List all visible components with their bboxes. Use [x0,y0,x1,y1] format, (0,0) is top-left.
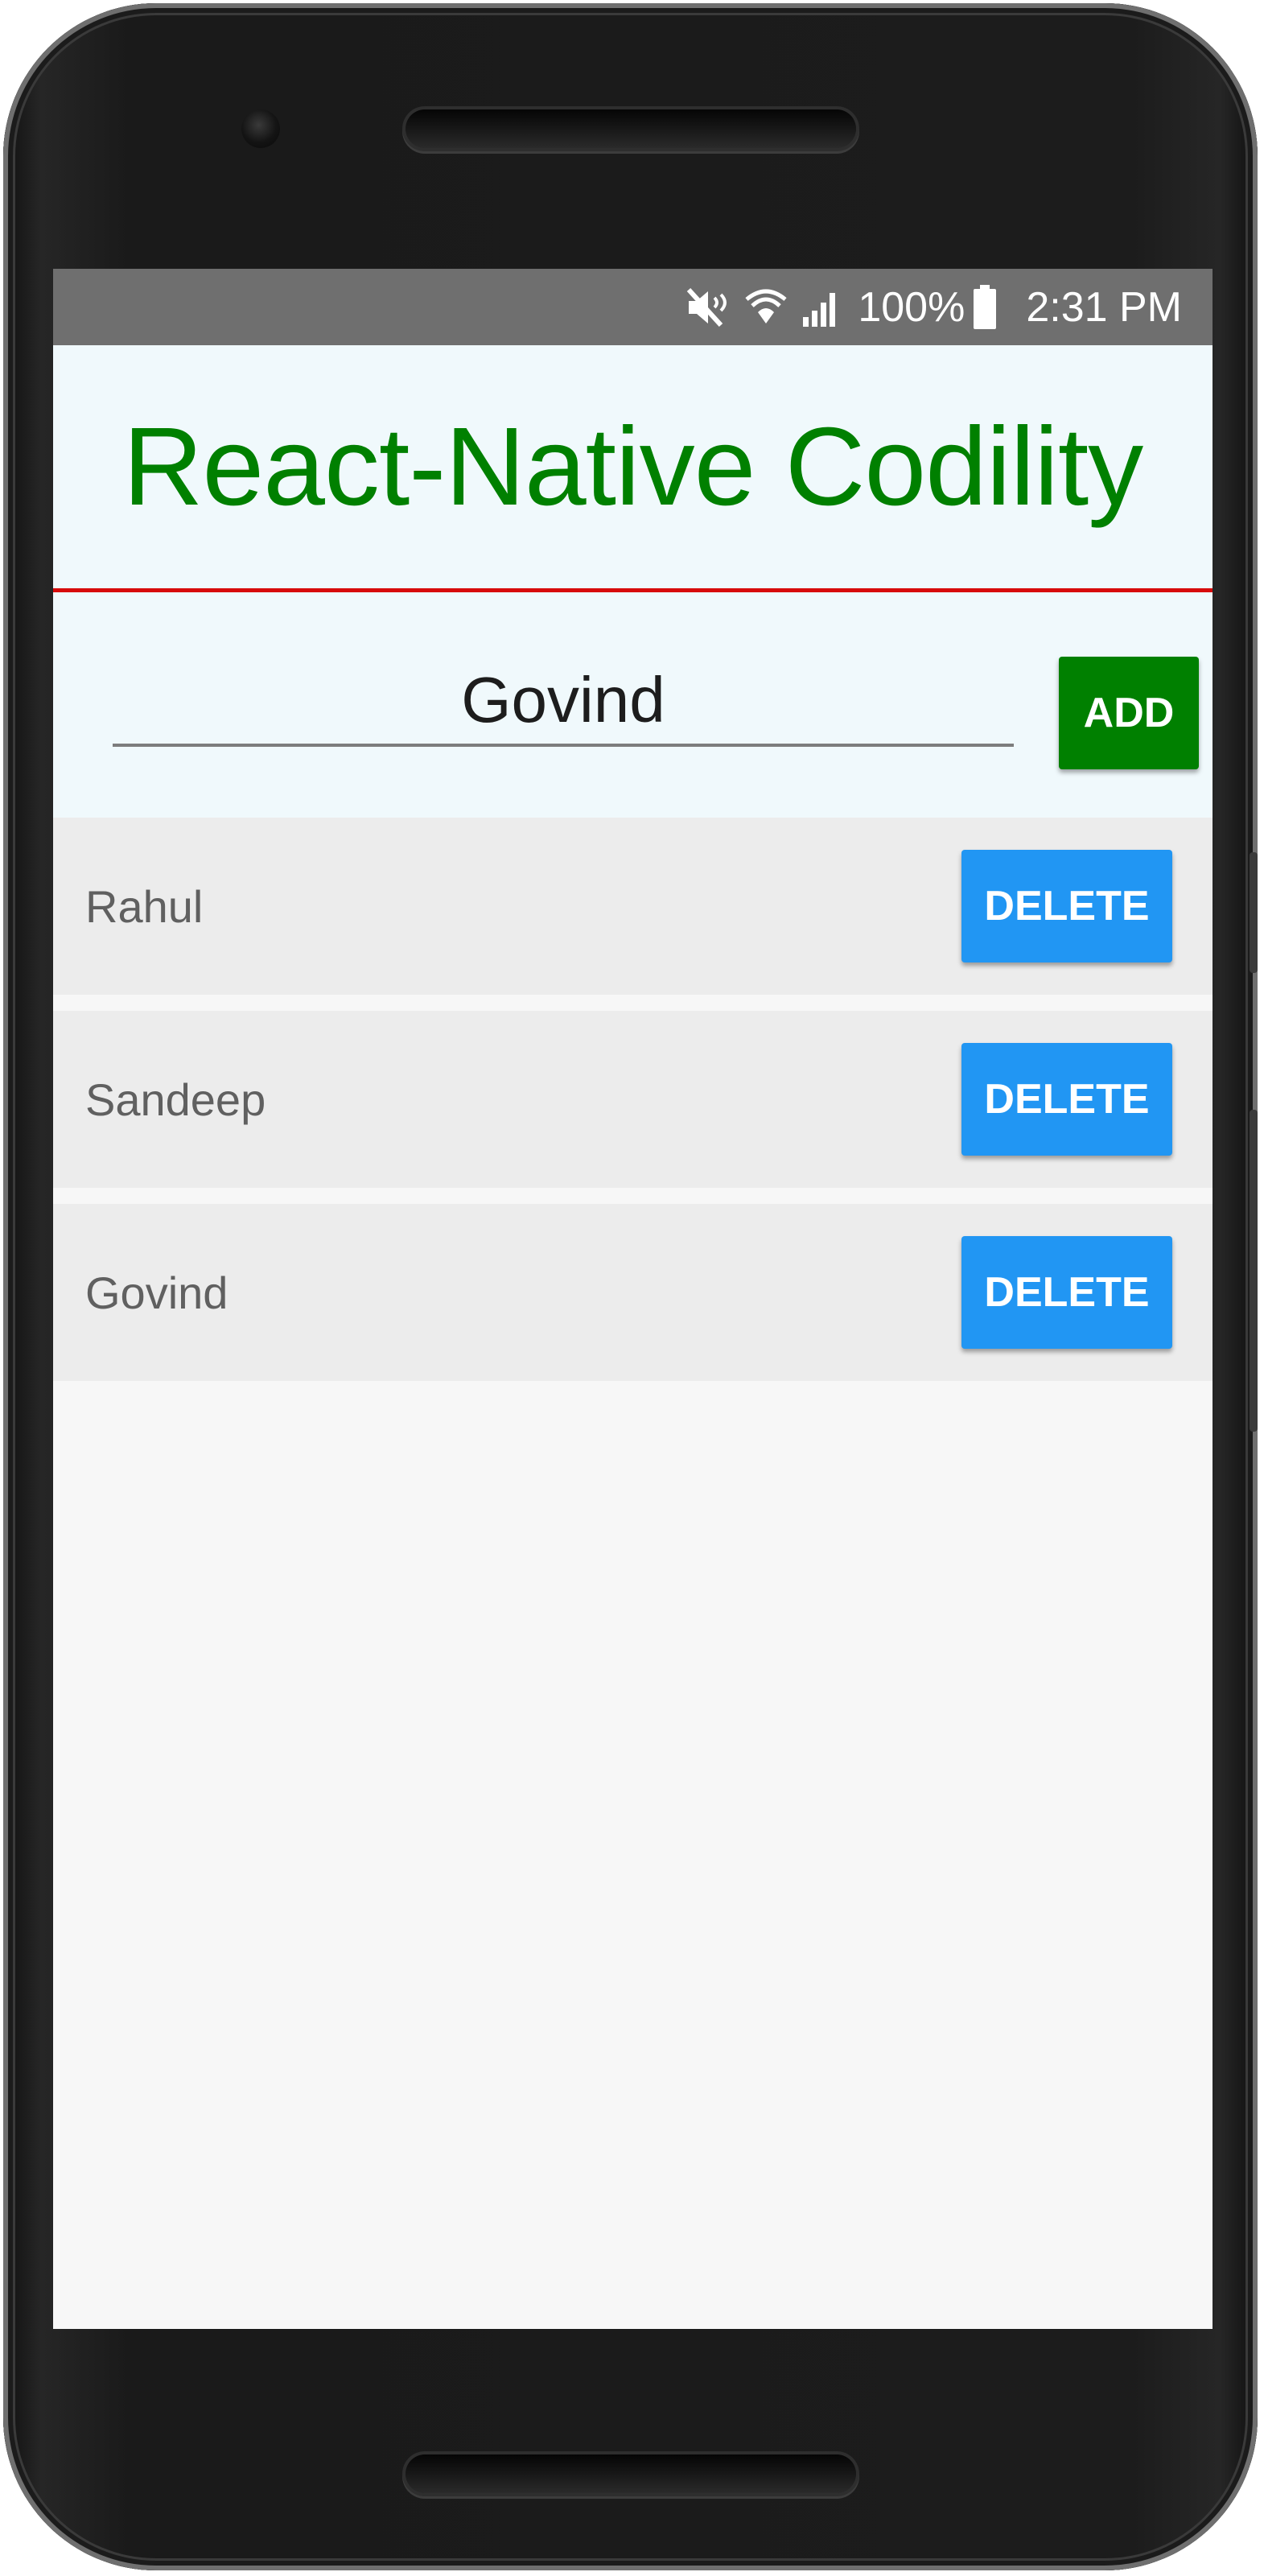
delete-button[interactable]: DELETE [961,1043,1172,1156]
list-item-name: Govind [85,1267,229,1318]
name-input[interactable] [113,657,1014,747]
battery-icon [973,284,997,330]
app-header: React-Native Codility [53,345,1213,592]
status-bar: 100% 2:31 PM [53,269,1213,345]
list-item-name: Sandeep [85,1074,266,1125]
signal-icon [801,286,843,328]
name-list: Rahul DELETE Sandeep DELETE Govind DELET… [53,818,1213,1381]
list-item: Sandeep DELETE [53,1011,1213,1188]
delete-button[interactable]: DELETE [961,850,1172,962]
phone-frame: 100% 2:31 PM React-Native Codility ADD R… [3,3,1258,2570]
bottom-speaker [406,2454,856,2493]
wifi-icon [745,286,787,328]
list-item: Govind DELETE [53,1204,1213,1381]
mute-icon [686,286,731,328]
volume-button [1250,1110,1258,1432]
delete-button[interactable]: DELETE [961,1236,1172,1349]
app-screen: 100% 2:31 PM React-Native Codility ADD R… [53,269,1213,2329]
add-button[interactable]: ADD [1059,657,1199,769]
battery-level-text: 100% [858,283,965,331]
front-camera [241,109,280,148]
power-button [1250,852,1258,973]
input-section: ADD [53,592,1213,818]
list-item: Rahul DELETE [53,818,1213,995]
list-item-name: Rahul [85,880,204,932]
earpiece-speaker [406,109,856,148]
page-title: React-Native Codility [122,404,1143,529]
clock-text: 2:31 PM [1026,283,1182,331]
